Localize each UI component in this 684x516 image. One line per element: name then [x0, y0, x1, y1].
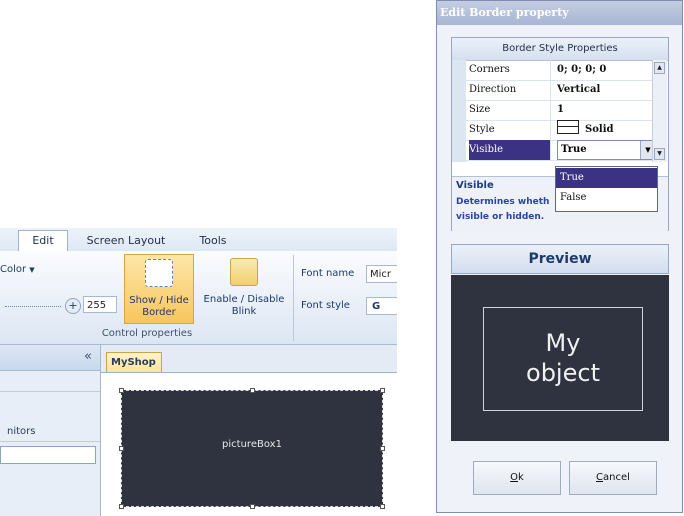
- control-properties-group-label: Control properties: [101, 328, 193, 339]
- side-divider: [0, 391, 100, 392]
- property-row-style[interactable]: Style Solid: [466, 120, 656, 141]
- chevron-down-icon: ▼: [29, 266, 35, 274]
- property-value[interactable]: 0; 0; 0; 0: [557, 60, 653, 80]
- resize-handle[interactable]: [380, 504, 385, 509]
- resize-handle[interactable]: [119, 504, 124, 509]
- dropdown-option-true[interactable]: True: [556, 168, 657, 188]
- tab-screen-layout[interactable]: Screen Layout: [82, 231, 170, 251]
- ok-button[interactable]: Ok: [473, 461, 561, 495]
- ok-mnemonic: O: [510, 472, 519, 483]
- property-grid-margin: [452, 60, 466, 162]
- font-name-input[interactable]: Micr: [366, 265, 397, 283]
- cancel-mnemonic: C: [596, 472, 604, 483]
- resize-handle[interactable]: [250, 388, 255, 393]
- visible-combo-value: True: [561, 144, 587, 155]
- property-grid-header: Border Style Properties: [452, 38, 668, 61]
- property-row-direction[interactable]: Direction Vertical: [466, 80, 656, 101]
- cancel-label-rest: ancel: [603, 472, 630, 483]
- property-row-size[interactable]: Size 1: [466, 100, 656, 121]
- border-icon: [145, 259, 173, 287]
- ribbon: Color ▼ + 255 Show / Hide Border Enable …: [0, 251, 397, 345]
- tab-edit[interactable]: Edit: [18, 230, 68, 252]
- opacity-slider[interactable]: [5, 306, 61, 308]
- property-value[interactable]: Vertical: [557, 80, 653, 100]
- resize-handle[interactable]: [380, 446, 385, 451]
- style-line-icon: [557, 120, 579, 134]
- property-name: Visible: [469, 140, 551, 160]
- preview-header: Preview: [451, 244, 669, 274]
- visible-combobox[interactable]: True ▼: [557, 140, 656, 160]
- edit-border-dialog: Edit Border property Border Style Proper…: [436, 0, 683, 513]
- property-name: Corners: [469, 60, 551, 80]
- design-canvas[interactable]: pictureBox1: [101, 372, 397, 516]
- resize-handle[interactable]: [119, 388, 124, 393]
- tab-myshop[interactable]: MyShop: [106, 352, 162, 372]
- property-row-visible[interactable]: Visible True ▼: [466, 140, 656, 161]
- show-hide-border-button[interactable]: Show / Hide Border: [124, 254, 194, 324]
- property-name: Size: [469, 100, 551, 120]
- preview-panel: My object: [451, 275, 669, 441]
- slider-value-field[interactable]: 255: [83, 296, 117, 313]
- cancel-button[interactable]: Cancel: [569, 461, 657, 495]
- sidebar-item-monitors[interactable]: nitors: [7, 426, 35, 437]
- property-name: Style: [469, 120, 551, 140]
- side-panel-input[interactable]: [0, 446, 96, 464]
- dropdown-option-false[interactable]: False: [556, 188, 657, 208]
- property-value[interactable]: 1: [557, 100, 653, 120]
- resize-handle[interactable]: [250, 504, 255, 509]
- enable-disable-blink-button[interactable]: Enable / Disable Blink: [198, 254, 290, 324]
- side-divider: [0, 441, 100, 442]
- font-style-field[interactable]: G: [366, 297, 397, 315]
- scroll-down-icon[interactable]: ▼: [654, 148, 665, 160]
- color-label: Color: [0, 264, 27, 275]
- preview-object-text: My object: [526, 329, 600, 387]
- side-panel: « nitors: [0, 345, 101, 516]
- side-panel-header: «: [0, 345, 100, 371]
- property-name: Direction: [469, 80, 551, 100]
- picturebox-control[interactable]: pictureBox1: [119, 388, 385, 509]
- show-hide-border-label: Show / Hide Border: [129, 295, 189, 318]
- property-row-corners[interactable]: Corners 0; 0; 0; 0: [466, 60, 656, 81]
- ok-label-rest: k: [518, 472, 524, 483]
- design-area: MyShop pictureBox1: [101, 345, 397, 516]
- preview-object: My object: [483, 307, 643, 411]
- property-value-style[interactable]: Solid: [557, 120, 653, 140]
- ribbon-separator: [293, 255, 294, 341]
- style-value-text: Solid: [585, 124, 614, 135]
- ribbon-tab-bar: Edit Screen Layout Tools: [0, 228, 397, 252]
- blink-icon: [230, 258, 258, 286]
- font-name-label: Font name: [301, 268, 355, 279]
- tab-tools[interactable]: Tools: [188, 231, 238, 251]
- dialog-title: Edit Border property: [437, 1, 682, 25]
- resize-handle[interactable]: [380, 388, 385, 393]
- font-style-label: Font style: [301, 300, 350, 311]
- property-grid-scrollbar[interactable]: ▲ ▼: [652, 60, 667, 162]
- plus-icon[interactable]: +: [65, 298, 81, 314]
- resize-handle[interactable]: [119, 446, 124, 451]
- color-dropdown[interactable]: Color ▼: [0, 264, 35, 275]
- collapse-icon[interactable]: «: [84, 349, 92, 364]
- picturebox-label: pictureBox1: [222, 439, 282, 450]
- description-title: Visible: [456, 180, 494, 191]
- enable-disable-blink-label: Enable / Disable Blink: [203, 294, 285, 317]
- scroll-up-icon[interactable]: ▲: [654, 62, 665, 74]
- visible-dropdown-list[interactable]: True False: [555, 166, 658, 212]
- designer-window: Edit Screen Layout Tools Color ▼ + 255 S…: [0, 228, 397, 516]
